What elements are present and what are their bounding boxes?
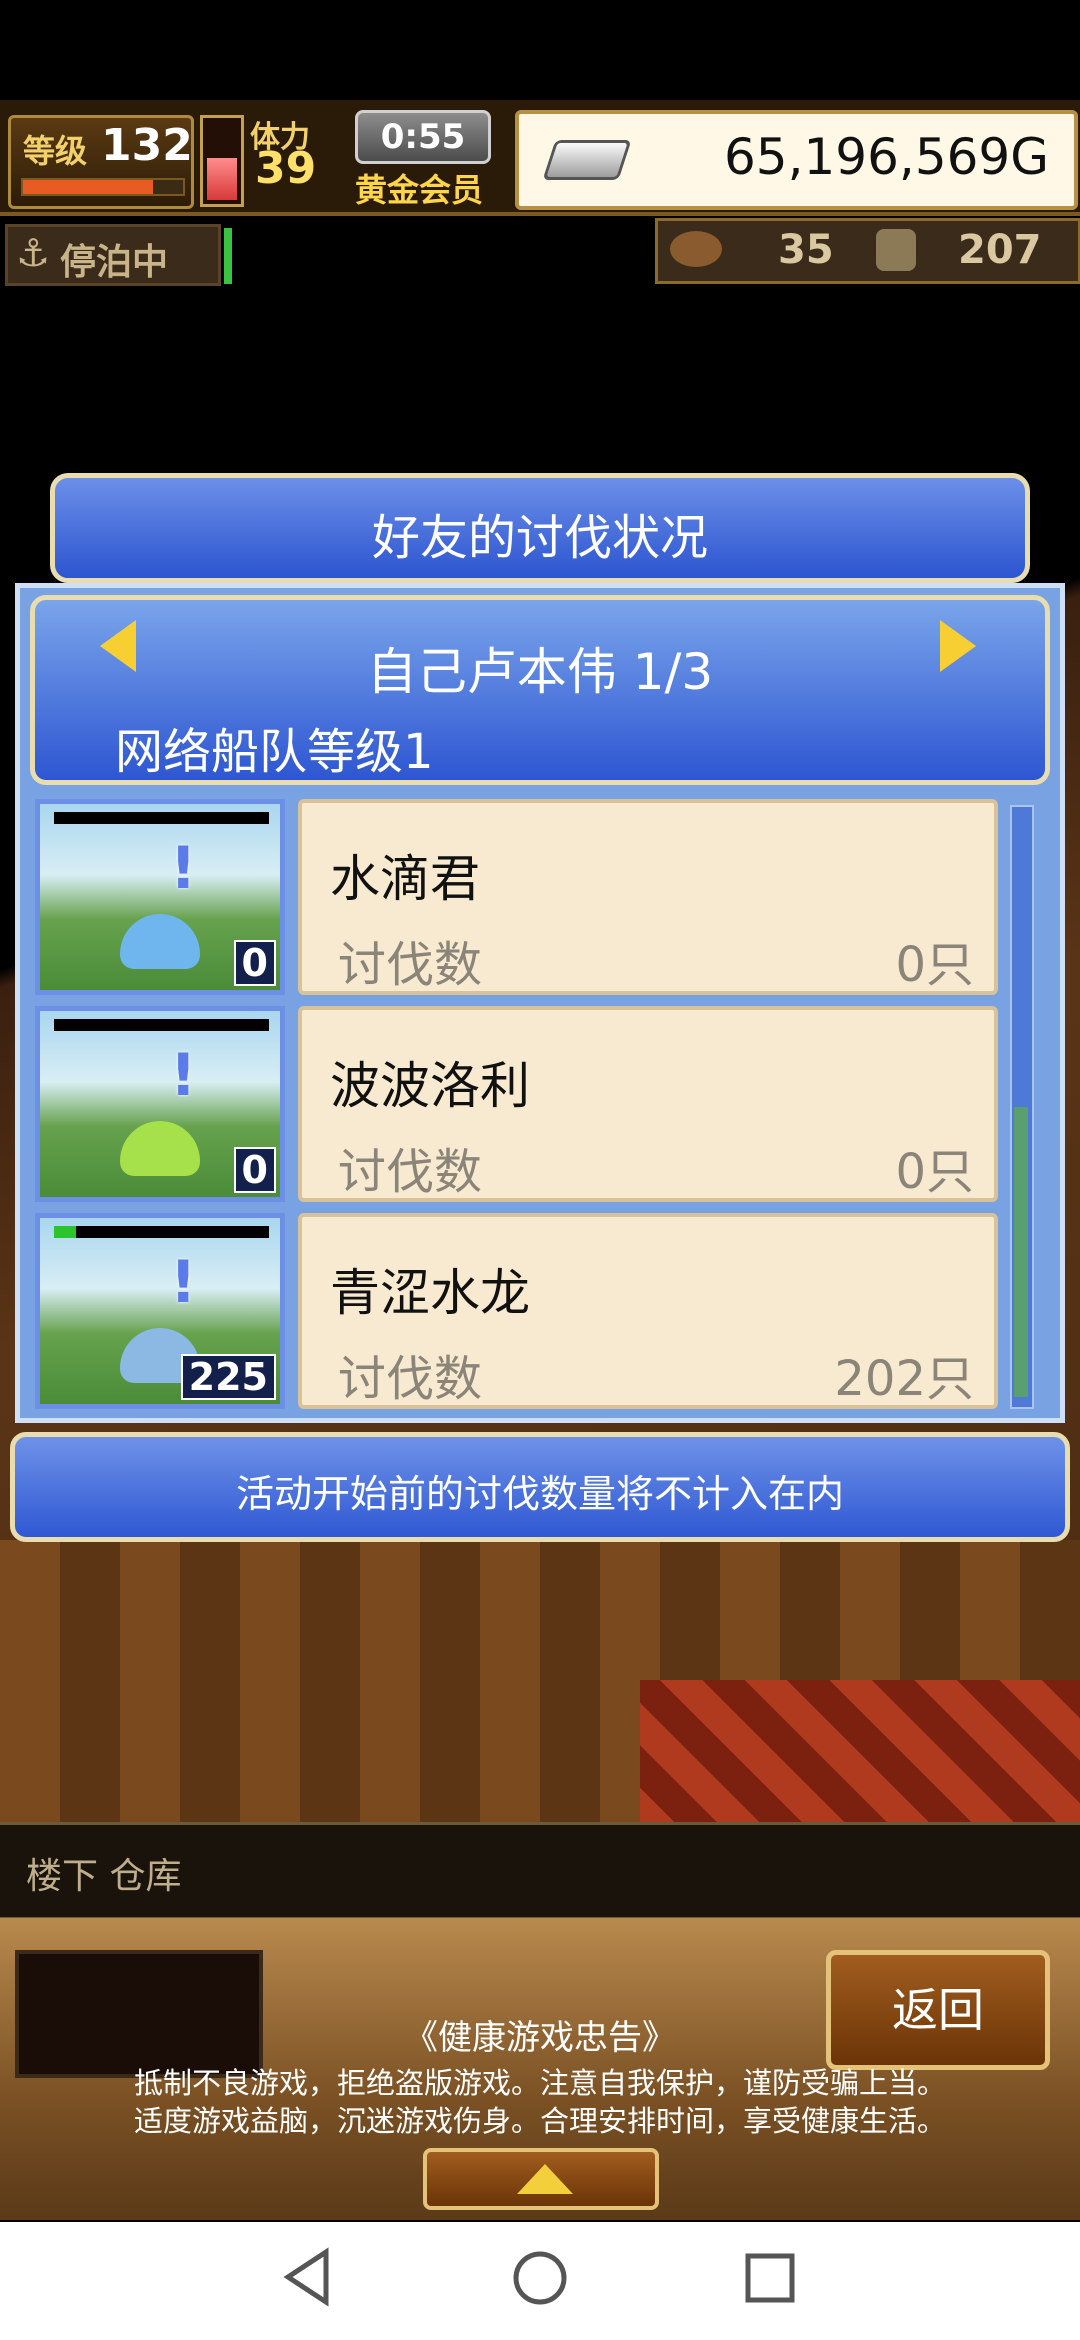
nav-home-icon[interactable] [510, 2248, 570, 2312]
kill-count: 0只 [895, 1144, 974, 1200]
gold-value: 65,196,569G [723, 128, 1049, 186]
monster-name: 波波洛利 [330, 1057, 530, 1115]
nav-recents-icon[interactable] [742, 2250, 798, 2310]
monster-card: 青涩水龙 讨伐数 202只 [298, 1213, 998, 1409]
expand-up-button[interactable] [423, 2148, 659, 2210]
xp-fill [23, 180, 153, 194]
monster-thumbnail: ! 0 [35, 1006, 285, 1202]
stamina-fill [207, 158, 237, 200]
monster-card: 波波洛利 讨伐数 0只 [298, 1006, 998, 1202]
exclamation-icon: ! [170, 1248, 197, 1316]
dialog-title-bar: 好友的讨伐状况 [50, 473, 1030, 583]
count-badge: 0 [233, 940, 276, 986]
stamina-gauge [200, 115, 244, 207]
dock-status-label: 停泊中 [60, 242, 169, 283]
kill-count: 0只 [895, 937, 974, 993]
advisory-title: 《健康游戏忠告》 [404, 2018, 676, 2058]
kill-label: 讨伐数 [338, 1351, 483, 1407]
list-item[interactable]: ! 0 水滴君 讨伐数 0只 [30, 797, 1030, 997]
kill-count: 202只 [834, 1351, 974, 1407]
monster-name: 青涩水龙 [330, 1264, 530, 1322]
hp-fill [54, 1226, 76, 1238]
location-bar: 楼下 仓库 [0, 1822, 1080, 1920]
ship-rug [640, 1680, 1080, 1830]
scrollbar-thumb[interactable] [1014, 1107, 1028, 1397]
exclamation-icon: ! [170, 834, 197, 902]
monster-sprite [120, 1121, 200, 1176]
gold-display: 65,196,569G [515, 110, 1078, 210]
kill-label: 讨伐数 [338, 937, 483, 993]
count-badge: 0 [233, 1147, 276, 1193]
resource-bar: 35 207 [655, 218, 1080, 284]
xp-bar [21, 178, 185, 196]
dock-status-badge: ⚓ 停泊中 [5, 224, 221, 286]
stamina-timer: 0:55 [355, 110, 491, 164]
list-item[interactable]: ! 0 波波洛利 讨伐数 0只 [30, 1004, 1030, 1204]
anchor-icon: ⚓ [16, 231, 51, 275]
player-name-page: 自己卢本伟 1/3 [366, 643, 714, 701]
monster-name: 水滴君 [330, 850, 480, 908]
monster-sprite [120, 914, 200, 969]
monster-thumbnail: ! 0 [35, 799, 285, 995]
list-item[interactable]: ! 225 青涩水龙 讨伐数 202只 [30, 1211, 1030, 1411]
up-arrow-icon [517, 2164, 573, 2194]
hp-bar [54, 812, 269, 824]
wood-value: 207 [958, 227, 1042, 273]
advisory-line-1: 抵制不良游戏，拒绝盗版游戏。注意自我保护，谨防受骗上当。 [133, 2066, 946, 2100]
monster-thumbnail: ! 225 [35, 1213, 285, 1409]
hp-bar [54, 1019, 269, 1031]
food-icon [670, 231, 722, 267]
location-label: 楼下 仓库 [26, 1856, 182, 1897]
status-bar [0, 0, 1080, 100]
dock-indicator [224, 228, 232, 284]
level-label: 等级 [23, 132, 88, 170]
hp-bar [54, 1226, 269, 1238]
notice-bar: 活动开始前的讨伐数量将不计入在内 [10, 1432, 1070, 1542]
list-scrollbar[interactable] [1010, 805, 1034, 1409]
stamina-value: 39 [255, 143, 317, 194]
wood-icon [876, 229, 916, 271]
player-header: 自己卢本伟 1/3 网络船队等级1 [30, 595, 1050, 785]
kill-label: 讨伐数 [338, 1144, 483, 1200]
fleet-level: 网络船队等级1 [115, 724, 434, 780]
exclamation-icon: ! [170, 1041, 197, 1109]
nav-back-icon[interactable] [282, 2246, 332, 2312]
system-nav-bar [0, 2222, 1080, 2340]
membership-badge: 黄金会员 [355, 171, 484, 209]
notice-text: 活动开始前的讨伐数量将不计入在内 [235, 1472, 844, 1516]
food-value: 35 [778, 227, 834, 273]
silver-ingot-icon [542, 140, 632, 180]
dialog-title: 好友的讨伐状况 [371, 510, 708, 566]
next-arrow-icon[interactable] [940, 620, 976, 672]
monster-card: 水滴君 讨伐数 0只 [298, 799, 998, 995]
bottom-panel: 返回 《健康游戏忠告》 抵制不良游戏，拒绝盗版游戏。注意自我保护，谨防受骗上当。… [0, 1918, 1080, 2220]
level-value: 132 [101, 120, 193, 171]
count-badge: 225 [180, 1354, 276, 1400]
level-box: 等级 132 [8, 115, 194, 209]
advisory-line-2: 适度游戏益脑，沉迷游戏伤身。合理安排时间，享受健康生活。 [133, 2104, 946, 2138]
